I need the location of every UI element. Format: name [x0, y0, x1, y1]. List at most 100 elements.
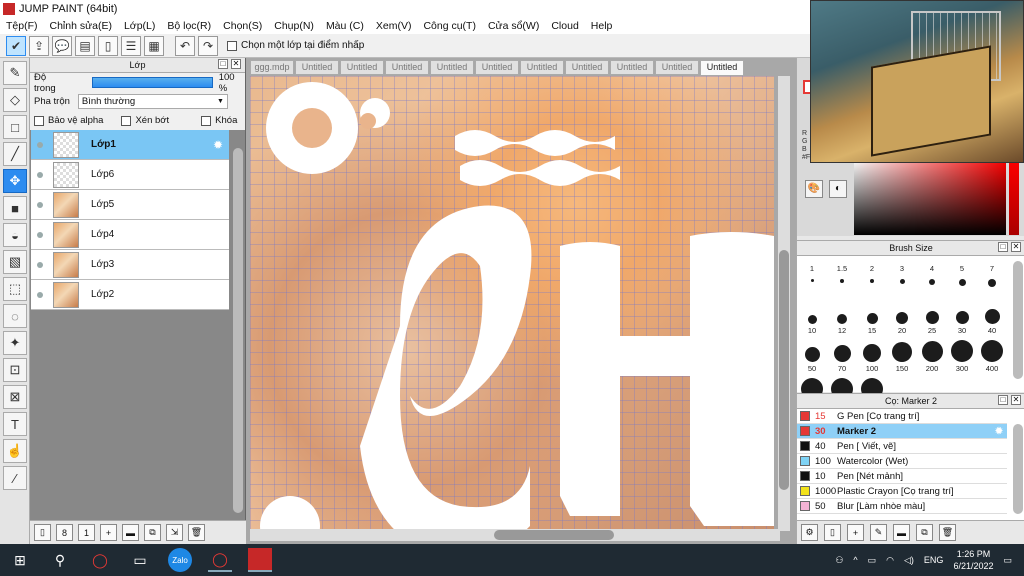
opera-icon[interactable]: ◯	[88, 548, 112, 572]
magic-wand-tool-icon[interactable]: ✦	[3, 331, 27, 355]
brush-size-option[interactable]: 70	[827, 340, 857, 373]
brush-size-option[interactable]: 12	[827, 302, 857, 335]
tab-document-active[interactable]: Untitled	[700, 60, 744, 76]
brush-size-option[interactable]: 25	[917, 302, 947, 335]
tab-document[interactable]: Untitled	[610, 60, 654, 75]
brush-size-option[interactable]: 30	[947, 302, 977, 335]
menu-view[interactable]: Xem(V)	[370, 20, 418, 32]
volume-icon[interactable]: ◁)	[904, 555, 914, 566]
brush-size-option[interactable]: 50	[797, 340, 827, 373]
subtool-item[interactable]: 15 G Pen [Cọ trang trí]	[797, 409, 1007, 424]
menu-window[interactable]: Cửa sổ(W)	[482, 20, 545, 32]
menu-filter[interactable]: Bộ lọc(R)	[161, 20, 217, 32]
menu-help[interactable]: Help	[585, 20, 619, 32]
chevron-up-icon[interactable]: ^	[853, 555, 857, 565]
export-icon[interactable]: ⇪	[29, 35, 49, 56]
opacity-slider[interactable]	[91, 77, 213, 88]
brush-tool-icon[interactable]: ✎	[3, 61, 27, 85]
subtool-item[interactable]: 100 Watercolor (Wet)	[797, 454, 1007, 469]
visibility-icon[interactable]	[37, 201, 43, 208]
brush-size-option[interactable]: 5	[947, 264, 977, 288]
brush-size-option[interactable]: 300	[947, 340, 977, 373]
text-tool-icon[interactable]: T	[3, 412, 27, 436]
gear-icon[interactable]: ✹	[995, 426, 1003, 437]
brush-size-option[interactable]: 3	[887, 264, 917, 286]
windows-start-icon[interactable]: ⊞	[8, 548, 32, 572]
rect-select-tool-icon[interactable]: ⬚	[3, 277, 27, 301]
layer-scrollbar[interactable]	[233, 148, 243, 513]
menu-layer[interactable]: Lớp(L)	[118, 20, 161, 32]
close-icon[interactable]: ✕	[231, 59, 241, 69]
opera-gx-icon[interactable]: ◯	[208, 548, 232, 572]
tab-document[interactable]: Untitled	[475, 60, 519, 75]
add-layer-menu-icon[interactable]: +	[100, 524, 117, 541]
brush-edit-icon[interactable]: ✎	[870, 524, 887, 541]
canvas-vertical-scrollbar[interactable]	[778, 76, 790, 531]
brush-size-option[interactable]: 4	[917, 264, 947, 287]
brush-size-option[interactable]: 100	[857, 340, 887, 373]
tab-document[interactable]: Untitled	[340, 60, 384, 75]
visibility-icon[interactable]	[37, 291, 43, 298]
menu-edit[interactable]: Chỉnh sửa(E)	[44, 20, 118, 32]
protect-alpha-checkbox[interactable]	[34, 115, 44, 126]
subtool-item[interactable]: 50 Blur [Làm nhòe màu]	[797, 499, 1007, 514]
brush-size-option[interactable]: 15	[857, 302, 887, 335]
brush-size-option[interactable]: 400	[977, 340, 1007, 373]
new-brush-icon[interactable]: ▯	[824, 524, 841, 541]
task-view-icon[interactable]: ▭	[128, 548, 152, 572]
close-icon[interactable]: ✕	[1011, 395, 1021, 405]
layer-row[interactable]: Lớp4	[31, 220, 229, 250]
subtool-item[interactable]: 10 Pen [Nét mảnh]	[797, 469, 1007, 484]
subtool-item[interactable]: 40 Pen [ Viết, vẽ]	[797, 439, 1007, 454]
palette-icon[interactable]: 🎨	[805, 180, 823, 198]
tab-document[interactable]: Untitled	[565, 60, 609, 75]
search-icon[interactable]: ⚲	[48, 548, 72, 572]
folder-icon[interactable]: ▬	[122, 524, 139, 541]
select-pen-tool-icon[interactable]: ⊡	[3, 358, 27, 382]
brush-size-option[interactable]: 7	[977, 264, 1007, 289]
brush-size-option[interactable]: 10	[797, 302, 827, 335]
battery-icon[interactable]: ▭	[868, 555, 877, 566]
layout-icon[interactable]: ▦	[144, 35, 164, 56]
layer-row[interactable]: Lớp1 ✹	[31, 130, 229, 160]
maximize-icon[interactable]: □	[998, 242, 1008, 252]
shape-tool-icon[interactable]: □	[3, 115, 27, 139]
speech-bubble-icon[interactable]: 💬	[52, 35, 72, 56]
tab-document[interactable]: ggg.mdp	[250, 60, 294, 75]
page-icon[interactable]: ▯	[98, 35, 118, 56]
hue-slider[interactable]	[1009, 159, 1019, 235]
brush-size-option[interactable]: 1	[797, 264, 827, 284]
new-1bit-layer-icon[interactable]: 1	[78, 524, 95, 541]
select-layer-checkbox[interactable]	[227, 40, 237, 51]
line-tool-icon[interactable]: ╱	[3, 142, 27, 166]
check-icon[interactable]: ✔	[6, 35, 26, 56]
menu-select[interactable]: Chọn(S)	[217, 20, 268, 32]
visibility-icon[interactable]	[37, 141, 43, 148]
panel-icon[interactable]: ▤	[75, 35, 95, 56]
clock[interactable]: 1:26 PM 6/21/2022	[953, 548, 993, 572]
tab-document[interactable]: Untitled	[520, 60, 564, 75]
network-icon[interactable]: ◠	[886, 555, 894, 566]
eraser-tool-icon[interactable]: ◇	[3, 88, 27, 112]
brush-size-option[interactable]: 20	[887, 302, 917, 335]
zalo-icon[interactable]: Zalo	[168, 548, 192, 572]
close-icon[interactable]: ✕	[1011, 242, 1021, 252]
brush-size-option[interactable]: 2	[857, 264, 887, 285]
maximize-icon[interactable]: □	[998, 395, 1008, 405]
select-eraser-tool-icon[interactable]: ⊠	[3, 385, 27, 409]
hand-tool-icon[interactable]: ☝	[3, 439, 27, 463]
folder-icon[interactable]: ▬	[893, 524, 910, 541]
visibility-icon[interactable]	[37, 261, 43, 268]
subtool-item[interactable]: 1000 Plastic Crayon [Cọ trang trí]	[797, 484, 1007, 499]
tab-document[interactable]: Untitled	[385, 60, 429, 75]
people-icon[interactable]: ⚇	[835, 555, 843, 566]
add-brush-menu-icon[interactable]: +	[847, 524, 864, 541]
jump-paint-icon[interactable]	[248, 548, 272, 572]
trash-icon[interactable]: 🗑	[939, 524, 956, 541]
clipping-checkbox[interactable]	[121, 115, 132, 126]
layer-row[interactable]: Lớp2	[31, 280, 229, 310]
menu-cloud[interactable]: Cloud	[545, 20, 584, 32]
gradient-tool-icon[interactable]: ▧	[3, 250, 27, 274]
canvas-horizontal-scrollbar[interactable]	[250, 529, 780, 541]
subtool-item[interactable]: 30 Marker 2 ✹	[797, 424, 1007, 439]
